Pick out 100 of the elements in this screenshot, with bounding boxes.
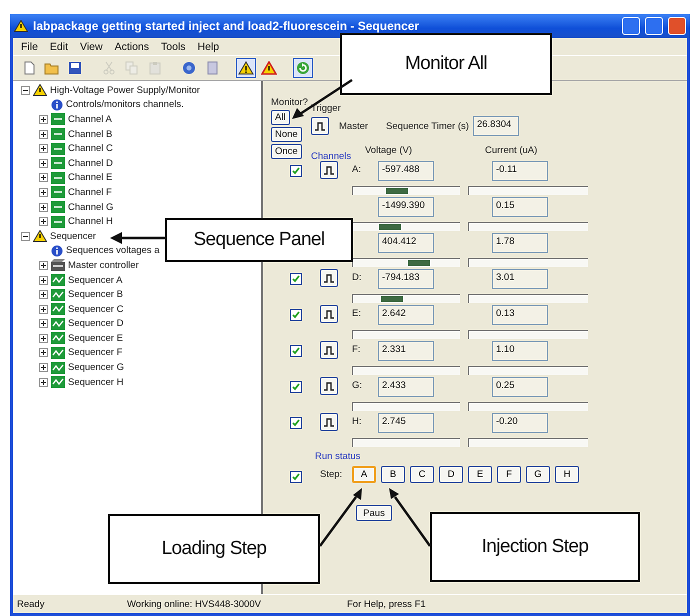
current-field[interactable]: -0.20 xyxy=(492,413,548,433)
slider-thumb[interactable] xyxy=(386,188,408,194)
voltage-field[interactable]: -794.183 xyxy=(378,269,434,289)
voltage-field[interactable]: 2.745 xyxy=(378,413,434,433)
close-button[interactable] xyxy=(668,17,686,35)
voltage-slider[interactable] xyxy=(352,294,460,303)
toolbar-button[interactable] xyxy=(293,58,313,78)
collapse-icon[interactable] xyxy=(21,86,30,95)
toolbar-button[interactable] xyxy=(259,58,279,78)
expand-icon[interactable] xyxy=(39,276,48,285)
tree-item[interactable]: Sequencer A xyxy=(68,274,122,286)
menu-item[interactable]: Help xyxy=(198,41,220,52)
slider-thumb[interactable] xyxy=(381,296,404,302)
expand-icon[interactable] xyxy=(39,130,48,139)
pause-button[interactable]: Paus xyxy=(356,505,392,521)
tree-item[interactable]: Channel C xyxy=(68,143,113,154)
checkbox[interactable] xyxy=(290,417,302,429)
voltage-slider[interactable] xyxy=(352,186,460,195)
voltage-field[interactable]: 404.412 xyxy=(378,233,434,253)
trigger-button[interactable] xyxy=(320,377,338,395)
expand-icon[interactable] xyxy=(39,114,48,124)
current-field[interactable]: 0.25 xyxy=(492,377,548,397)
menu-item[interactable]: View xyxy=(80,41,103,52)
expand-icon[interactable] xyxy=(39,144,48,154)
trigger-button[interactable] xyxy=(320,305,338,323)
checkbox[interactable] xyxy=(290,381,302,393)
trigger-button[interactable] xyxy=(311,117,329,135)
minimize-button[interactable] xyxy=(622,17,640,35)
tree-item[interactable]: Controls/monitors channels. xyxy=(66,99,184,110)
expand-icon[interactable] xyxy=(39,260,48,270)
voltage-field[interactable]: 2.433 xyxy=(378,377,434,397)
checkbox[interactable] xyxy=(290,470,302,482)
checkbox[interactable] xyxy=(290,345,302,357)
menu-item[interactable]: Edit xyxy=(50,41,68,52)
voltage-slider[interactable] xyxy=(352,222,460,231)
step-button[interactable]: D xyxy=(439,466,463,483)
monitor-button[interactable]: None xyxy=(271,127,302,142)
current-field[interactable]: 3.01 xyxy=(492,269,548,289)
step-button[interactable]: G xyxy=(526,466,550,483)
tree-item[interactable]: Sequencer xyxy=(50,230,96,242)
voltage-slider[interactable] xyxy=(352,258,460,267)
menu-item[interactable]: File xyxy=(21,41,38,52)
step-button[interactable]: E xyxy=(468,466,492,483)
tree-item[interactable]: Master controller xyxy=(68,260,139,271)
expand-icon[interactable] xyxy=(39,378,48,387)
step-button[interactable]: B xyxy=(381,466,405,483)
tree-item[interactable]: Channel A xyxy=(68,114,112,125)
tree-item[interactable]: Channel E xyxy=(68,172,112,184)
expand-icon[interactable] xyxy=(39,188,48,197)
tree-item[interactable]: High-Voltage Power Supply/Monitor xyxy=(50,84,200,96)
expand-icon[interactable] xyxy=(39,334,48,343)
tree-item[interactable]: Channel H xyxy=(68,216,113,228)
expand-icon[interactable] xyxy=(39,290,48,300)
collapse-icon[interactable] xyxy=(21,232,30,241)
expand-icon[interactable] xyxy=(39,304,48,314)
current-field[interactable]: 0.13 xyxy=(492,305,548,325)
toolbar-button[interactable] xyxy=(236,58,256,78)
expand-icon[interactable] xyxy=(39,158,48,168)
expand-icon[interactable] xyxy=(39,202,48,212)
current-field[interactable]: 1.10 xyxy=(492,341,548,361)
checkbox[interactable] xyxy=(290,309,302,321)
voltage-field[interactable]: -1499.390 xyxy=(378,197,434,217)
trigger-button[interactable] xyxy=(320,161,338,179)
step-button[interactable]: C xyxy=(410,466,434,483)
trigger-button[interactable] xyxy=(320,341,338,359)
expand-icon[interactable] xyxy=(39,217,48,226)
tree-item[interactable]: Channel G xyxy=(68,202,114,213)
voltage-field[interactable]: 2.331 xyxy=(378,341,434,361)
expand-icon[interactable] xyxy=(39,173,48,182)
voltage-field[interactable]: 2.642 xyxy=(378,305,434,325)
expand-icon[interactable] xyxy=(39,319,48,328)
current-field[interactable]: 0.15 xyxy=(492,197,548,217)
monitor-button[interactable]: Once xyxy=(271,144,302,159)
voltage-field[interactable]: -597.488 xyxy=(378,161,434,181)
checkbox[interactable] xyxy=(290,273,302,285)
trigger-button[interactable] xyxy=(320,269,338,287)
tree-item[interactable]: Sequencer D xyxy=(68,318,124,330)
tree-item[interactable]: Channel F xyxy=(68,186,112,198)
tree-item[interactable]: Sequencer C xyxy=(68,304,124,315)
tree-item[interactable]: Sequencer G xyxy=(68,362,124,374)
timer-field[interactable]: 26.8304 xyxy=(472,116,519,136)
checkbox[interactable] xyxy=(290,165,302,177)
tree-item[interactable]: Sequencer F xyxy=(68,347,122,358)
tree-item[interactable]: Sequencer E xyxy=(68,332,123,344)
tree-item[interactable]: Sequencer B xyxy=(68,289,123,300)
step-button[interactable]: F xyxy=(497,466,521,483)
tree-item[interactable]: Sequencer H xyxy=(68,376,124,388)
slider-thumb[interactable] xyxy=(408,260,430,266)
tree-item[interactable]: Channel D xyxy=(68,158,113,169)
current-field[interactable]: -0.11 xyxy=(492,161,548,181)
expand-icon[interactable] xyxy=(39,363,48,372)
expand-icon[interactable] xyxy=(39,348,48,358)
menu-item[interactable]: Actions xyxy=(114,41,150,52)
current-field[interactable]: 1.78 xyxy=(492,233,548,253)
tree-item[interactable]: Channel B xyxy=(68,128,112,140)
step-button[interactable]: H xyxy=(555,466,579,483)
tree-item[interactable]: Sequences voltages a xyxy=(66,245,160,256)
trigger-button[interactable] xyxy=(320,413,338,431)
menu-item[interactable]: Tools xyxy=(161,41,186,52)
maximize-button[interactable] xyxy=(645,17,663,35)
